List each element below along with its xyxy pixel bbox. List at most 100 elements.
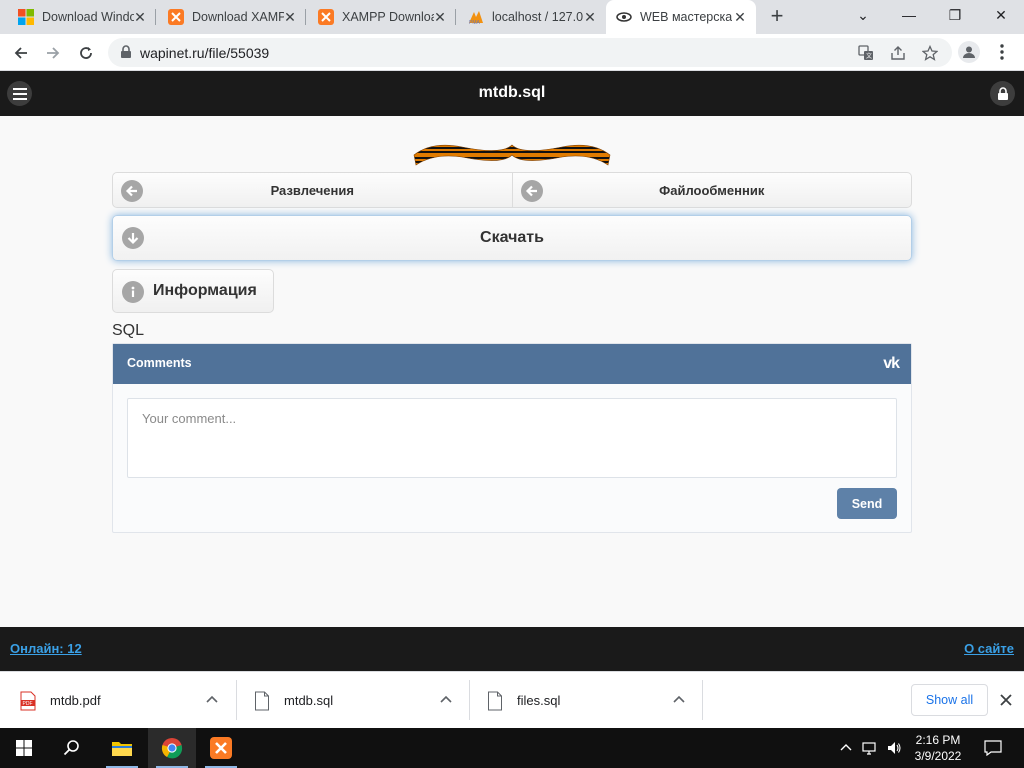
arrow-left-icon xyxy=(520,180,543,202)
xampp-icon xyxy=(210,737,232,759)
clock-date: 3/9/2022 xyxy=(914,749,962,763)
tab-close-icon[interactable]: ✕ xyxy=(432,9,448,25)
bookmark-star-icon[interactable] xyxy=(921,44,939,61)
tab-search-icon[interactable]: ⌄ xyxy=(840,0,886,30)
chevron-up-icon[interactable] xyxy=(838,740,854,756)
restore-button[interactable]: ❐ xyxy=(932,0,978,30)
phpmyadmin-icon: PMA xyxy=(468,9,484,25)
information-button[interactable]: Информация xyxy=(112,269,274,313)
file-type-label: SQL xyxy=(112,322,145,339)
tab-divider xyxy=(455,9,456,25)
browser-tab[interactable]: PMA localhost / 127.0 ✕ xyxy=(458,0,606,34)
arrow-down-icon xyxy=(122,227,144,249)
nav-button-file-exchange[interactable]: Файлообменник xyxy=(512,172,912,208)
download-item[interactable]: PDF mtdb.pdf xyxy=(20,672,236,729)
forward-button[interactable] xyxy=(40,40,66,66)
chrome-icon xyxy=(161,738,183,759)
browser-tab[interactable]: XAMPP Downloa ✕ xyxy=(308,0,456,34)
tab-title: XAMPP Downloa xyxy=(342,10,434,24)
browser-tab-active[interactable]: WEB мастерска ✕ xyxy=(606,0,756,34)
tab-divider xyxy=(305,9,306,25)
site-header: mtdb.sql xyxy=(0,71,1024,116)
browser-menu-icon[interactable] xyxy=(994,43,1010,61)
browser-tab[interactable]: Download XAMP ✕ xyxy=(158,0,306,34)
system-clock[interactable]: 2:16 PM 3/9/2022 xyxy=(906,732,970,764)
arrow-forward-icon xyxy=(47,47,60,59)
information-button-label: Информация xyxy=(153,282,257,299)
file-explorer-button[interactable] xyxy=(98,728,146,768)
tab-close-icon[interactable]: ✕ xyxy=(132,9,148,25)
reload-button[interactable] xyxy=(73,40,99,66)
download-filename: mtdb.pdf xyxy=(50,693,101,708)
xampp-taskbar-button[interactable] xyxy=(197,728,245,768)
chrome-taskbar-button[interactable] xyxy=(148,728,196,768)
svg-text:文: 文 xyxy=(866,52,872,60)
download-item[interactable]: mtdb.sql xyxy=(254,672,470,729)
download-divider xyxy=(469,680,470,720)
nav-button-entertainment[interactable]: Развлечения xyxy=(112,172,513,208)
tab-close-icon[interactable]: ✕ xyxy=(282,9,298,25)
show-all-downloads-button[interactable]: Show all xyxy=(911,684,988,716)
xampp-icon xyxy=(318,9,334,25)
tab-title: Download Windo xyxy=(42,10,134,24)
vk-comments-widget: Comments vk Your comment... Send xyxy=(112,343,912,533)
search-icon xyxy=(63,740,79,756)
vk-logo-icon[interactable]: vk xyxy=(883,355,900,373)
close-window-button[interactable]: ✕ xyxy=(978,0,1024,30)
network-icon[interactable] xyxy=(862,740,878,756)
tab-title: Download XAMP xyxy=(192,10,284,24)
tab-close-icon[interactable]: ✕ xyxy=(582,9,598,25)
wapinet-icon xyxy=(616,9,632,25)
back-button[interactable] xyxy=(8,40,34,66)
file-icon xyxy=(487,691,503,711)
chevron-up-icon[interactable] xyxy=(671,692,687,708)
download-divider xyxy=(236,680,237,720)
chevron-up-icon[interactable] xyxy=(204,692,220,708)
svg-text:PDF: PDF xyxy=(23,701,33,707)
profile-avatar[interactable] xyxy=(958,41,980,63)
minimize-button[interactable]: — xyxy=(886,0,932,30)
nav-button-label: Файлообменник xyxy=(659,182,765,198)
page-title: mtdb.sql xyxy=(478,84,546,101)
close-downloads-bar-icon[interactable] xyxy=(998,692,1014,708)
tab-close-icon[interactable]: ✕ xyxy=(732,9,748,25)
browser-tab-strip: Download Windo ✕ Download XAMP ✕ XAMPP D… xyxy=(0,0,1024,34)
translate-icon[interactable]: 文 xyxy=(858,45,874,61)
nav-button-label: Развлечения xyxy=(270,182,354,198)
comment-input[interactable]: Your comment... xyxy=(127,398,897,478)
notifications-icon[interactable] xyxy=(984,740,1002,757)
online-users-link[interactable]: Онлайн: 12 xyxy=(10,641,82,656)
tab-title: localhost / 127.0 xyxy=(492,10,584,24)
download-button[interactable]: Скачать xyxy=(112,215,912,261)
start-button[interactable] xyxy=(0,728,48,768)
file-icon xyxy=(254,691,270,711)
info-icon xyxy=(122,281,144,303)
st-george-ribbon-logo xyxy=(412,135,612,171)
download-filename: files.sql xyxy=(517,693,561,708)
send-comment-button[interactable]: Send xyxy=(837,488,897,519)
downloads-bar: PDF mtdb.pdf mtdb.sql files.sql Show all xyxy=(0,671,1024,728)
site-footer: Онлайн: 12 О сайте xyxy=(0,627,1024,671)
volume-icon[interactable] xyxy=(886,740,902,756)
chevron-up-icon[interactable] xyxy=(438,692,454,708)
windows-start-icon xyxy=(16,740,32,756)
breadcrumb-nav: Развлечения Файлообменник xyxy=(112,172,912,208)
reload-icon xyxy=(80,47,92,59)
share-icon[interactable] xyxy=(890,45,906,61)
download-item[interactable]: files.sql xyxy=(487,672,703,729)
search-button[interactable] xyxy=(48,728,96,768)
login-button[interactable] xyxy=(990,81,1015,106)
new-tab-button[interactable]: + xyxy=(764,5,790,29)
xampp-icon xyxy=(168,9,184,25)
download-filename: mtdb.sql xyxy=(284,693,334,708)
folder-icon xyxy=(112,742,132,756)
browser-tab[interactable]: Download Windo ✕ xyxy=(8,0,156,34)
person-icon xyxy=(963,46,975,58)
about-site-link[interactable]: О сайте xyxy=(964,641,1014,656)
windows-icon xyxy=(18,9,34,25)
comments-header: Comments vk xyxy=(113,344,911,384)
lock-icon xyxy=(120,45,132,64)
browser-toolbar: wapinet.ru/file/55039 文 xyxy=(0,34,1024,71)
address-bar[interactable]: wapinet.ru/file/55039 文 xyxy=(108,38,952,67)
lock-icon xyxy=(997,86,1008,100)
